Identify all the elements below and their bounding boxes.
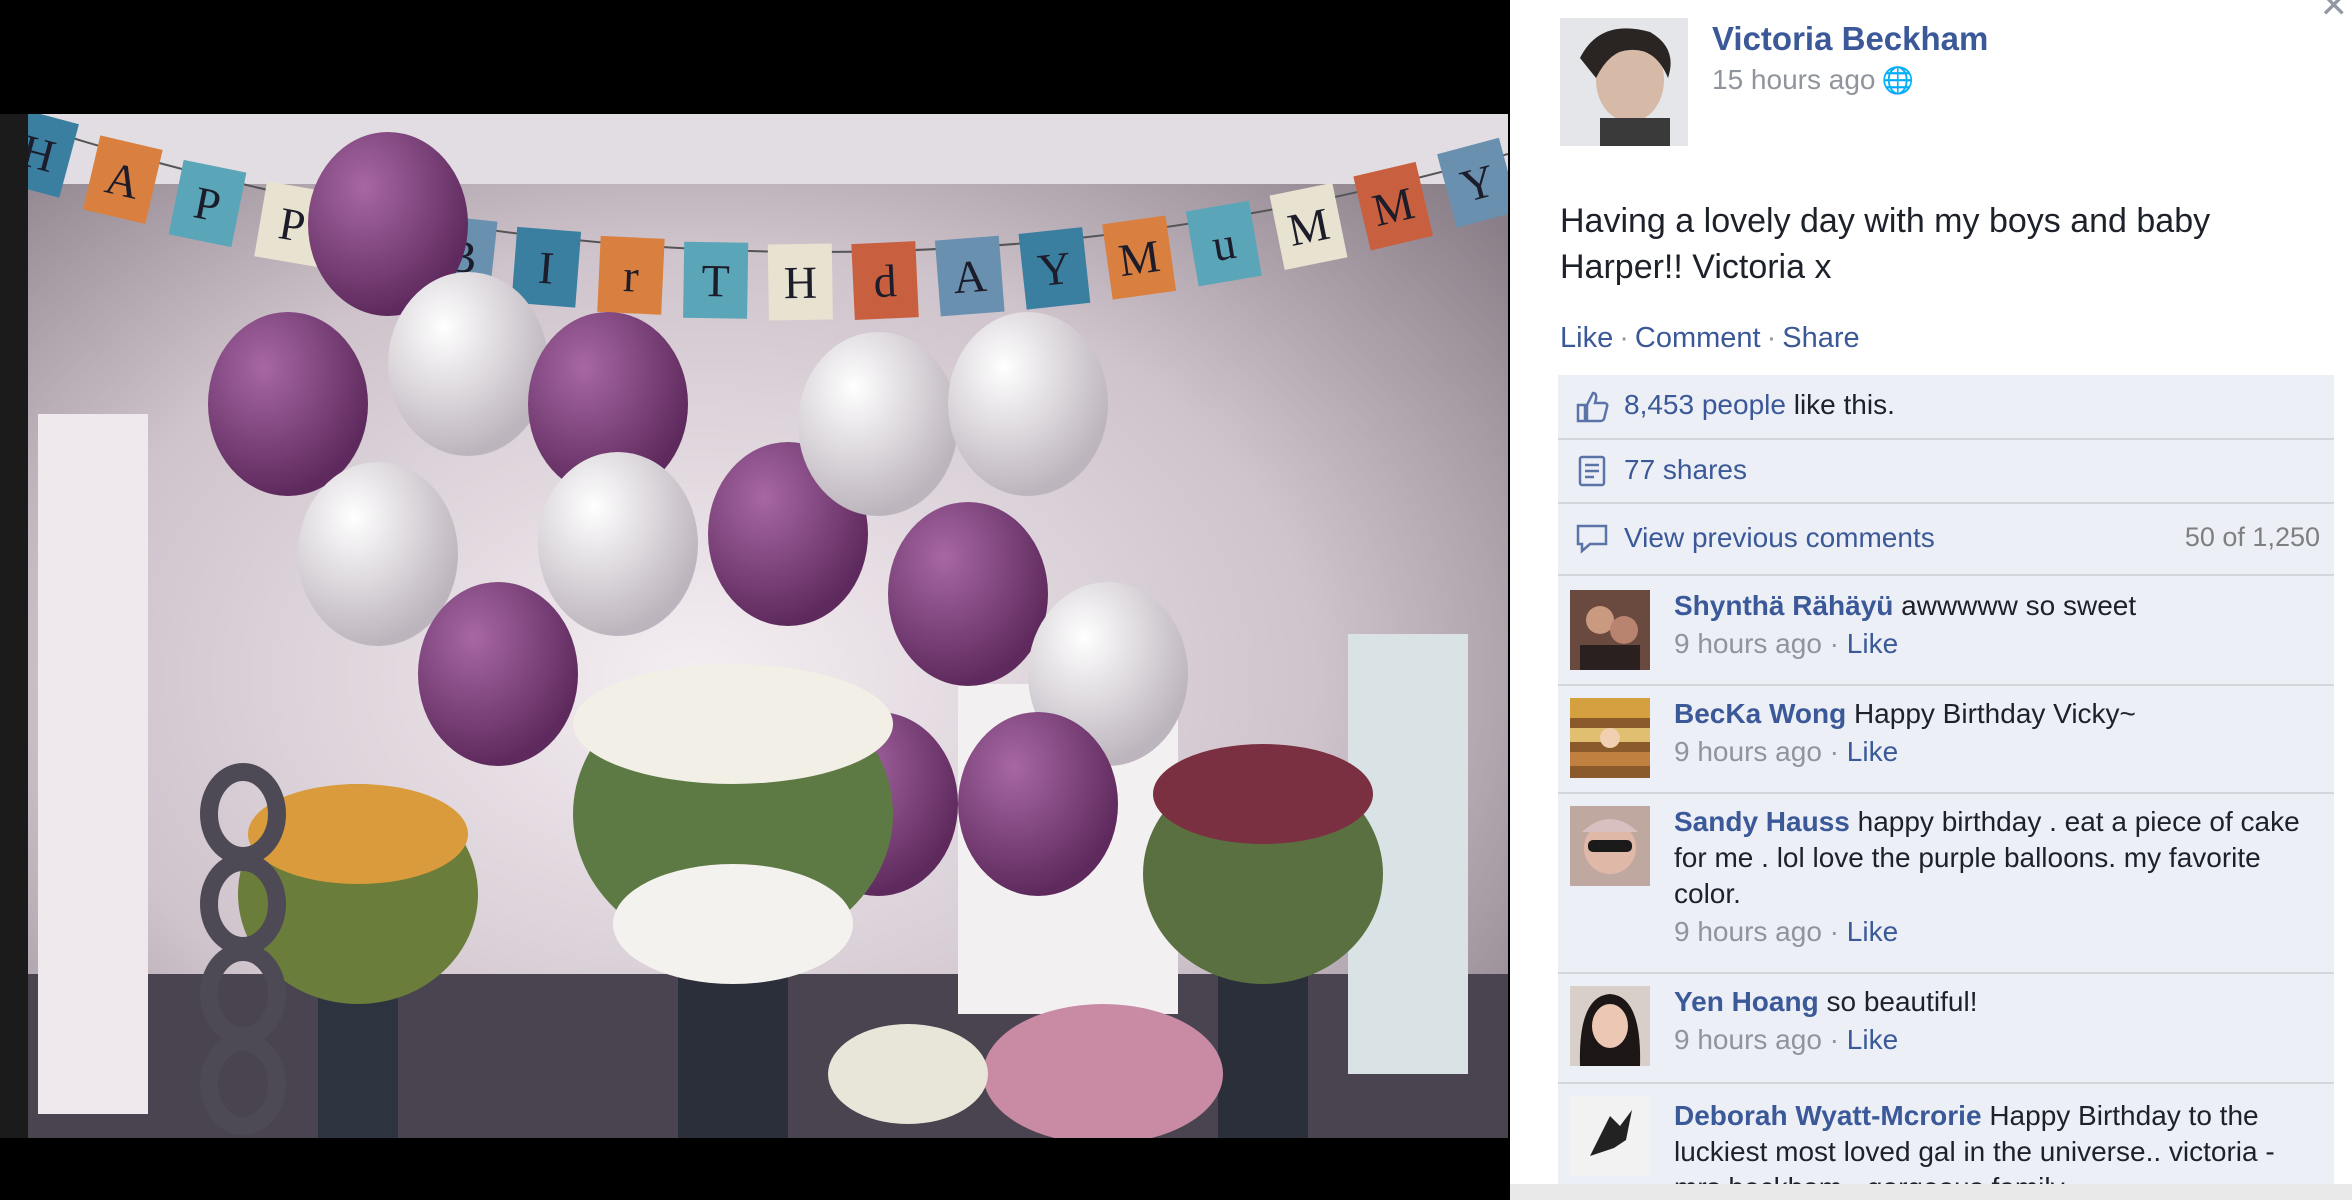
separator: · [1619,322,1629,354]
commenter-name[interactable]: Deborah Wyatt-Mcrorie [1674,1100,1982,1131]
comment-link[interactable]: Comment [1635,322,1761,354]
likes-summary: 8,453 people like this. [1624,389,1895,421]
separator: · [1766,322,1777,354]
comment-body: Shynthä Rähäyü awwwww so sweet 9 hours a… [1674,588,2314,664]
comment-meta: 9 hours ago · Like [1674,736,1899,767]
banner-flag: d [851,241,919,321]
photo-viewer: HAPPYBIrTHdAYMuMMY [0,0,1510,1200]
banner-letter: Y [1035,242,1074,296]
commenter-avatar[interactable] [1570,590,1650,670]
commenter-avatar-image [1570,590,1650,670]
author-name[interactable]: Victoria Beckham [1712,20,1988,58]
post-message: Having a lovely day with my boys and bab… [1560,202,2211,286]
comment-like-link[interactable]: Like [1847,1024,1898,1055]
comment-body: BecKa Wong Happy Birthday Vicky~ 9 hours… [1674,696,2314,772]
likes-row: 8,453 people like this. [1558,375,2334,440]
banner-letter: A [951,250,988,303]
feedback-box: 8,453 people like this. 77 shares View p… [1558,375,2334,1200]
likes-count-link[interactable]: 8,453 people [1624,389,1786,420]
comment-item: Yen Hoang so beautiful! 9 hours ago · Li… [1558,972,2334,1084]
banner-flag: r [597,235,665,315]
post-timestamp[interactable]: 15 hours ago 🌐 [1712,64,1914,96]
author-avatar[interactable] [1560,18,1688,146]
banner-letter: T [701,255,730,306]
commenter-name[interactable]: BecKa Wong [1674,698,1846,729]
comment-text: Happy Birthday Vicky~ [1846,698,2136,729]
comment-count: 50 of 1,250 [2184,522,2320,552]
banner-letter: M [1115,230,1163,286]
banner-letter: r [622,250,640,302]
banner-flag: Y [1018,227,1091,310]
comment-body: Sandy Hauss happy birthday . eat a piece… [1674,804,2314,952]
comment-item: Deborah Wyatt-Mcrorie Happy Birthday to … [1558,1082,2334,1200]
banner-letter: H [783,257,817,309]
view-previous-comments-link[interactable]: View previous comments [1624,522,1935,554]
close-icon[interactable]: ✕ [2320,0,2349,26]
banner-flag: A [934,235,1005,317]
commenter-name[interactable]: Sandy Hauss [1674,806,1850,837]
commenter-avatar-image [1570,1096,1650,1176]
banner-flag: T [683,241,749,319]
purple-balloon [418,582,578,766]
commenter-avatar[interactable] [1570,698,1650,778]
white-balloon [538,452,698,636]
view-previous-row: View previous comments 50 of 1,250 [1558,502,2334,576]
post-panel: ✕ Victoria Beckham 15 hours ago 🌐 Having … [1510,0,2352,1200]
white-balloon [948,312,1108,496]
likes-suffix: like this. [1785,389,1895,420]
commenter-avatar[interactable] [1570,1096,1650,1176]
comment-like-link[interactable]: Like [1847,736,1898,767]
purple-balloon [958,712,1118,896]
ceiling [28,114,1508,184]
commenter-avatar[interactable] [1570,986,1650,1066]
horizontal-scrollbar[interactable] [1510,1184,2352,1200]
comment-time[interactable]: 9 hours ago [1674,916,1822,947]
share-link[interactable]: Share [1782,322,1859,354]
white-balloon [388,272,548,456]
comment-meta: 9 hours ago · Like [1674,916,1899,947]
white-balloon [298,462,458,646]
banner-flag: u [1185,200,1262,287]
left-curtain [38,414,148,1114]
purple-balloon [888,502,1048,686]
photo[interactable]: HAPPYBIrTHdAYMuMMY [28,114,1508,1138]
comment-time[interactable]: 9 hours ago [1674,736,1822,767]
comment-text: so beautiful! [1818,986,1978,1017]
comment-icon [1576,524,1608,554]
commenter-name[interactable]: Yen Hoang [1674,986,1819,1017]
like-link[interactable]: Like [1560,322,1613,354]
comment-meta: 9 hours ago · Like [1674,1024,1899,1055]
commenter-avatar-image [1570,806,1650,886]
comment-item: BecKa Wong Happy Birthday Vicky~ 9 hours… [1558,684,2334,794]
share-icon [1578,455,1606,487]
comment-time[interactable]: 9 hours ago [1674,628,1822,659]
purple-balloon [208,312,368,496]
comment-like-link[interactable]: Like [1847,916,1898,947]
comment-text: awwwww so sweet [1893,590,2137,621]
commenter-name[interactable]: Shynthä Rähäyü [1674,590,1893,621]
banner-flag: I [511,226,582,308]
author-avatar-image [1560,18,1688,146]
thumbs-up-icon [1576,391,1609,423]
post-time-text: 15 hours ago [1712,64,1876,95]
comment-time[interactable]: 9 hours ago [1674,1024,1822,1055]
banner-flag: H [767,243,833,321]
comment-body: Yen Hoang so beautiful! 9 hours ago · Li… [1674,984,2314,1060]
photo-illustration: HAPPYBIrTHdAYMuMMY [28,114,1508,1138]
commenter-avatar-image [1570,698,1650,778]
post-actions: Like · Comment · Share [1560,322,1860,355]
comment-item: Sandy Hauss happy birthday . eat a piece… [1558,792,2334,974]
banner-flag: M [1102,215,1177,300]
shares-link[interactable]: 77 shares [1624,454,1747,486]
shares-row: 77 shares [1558,438,2334,504]
globe-icon: 🌐 [1881,65,1914,95]
commenter-avatar-image [1570,986,1650,1066]
banner-letter: d [872,255,897,307]
comment-meta: 9 hours ago · Like [1674,628,1899,659]
comment-like-link[interactable]: Like [1847,628,1898,659]
commenter-avatar[interactable] [1570,806,1650,886]
comment-item: Shynthä Rähäyü awwwww so sweet 9 hours a… [1558,574,2334,686]
previous-photo-edge[interactable] [0,114,28,1138]
white-balloon [798,332,958,516]
